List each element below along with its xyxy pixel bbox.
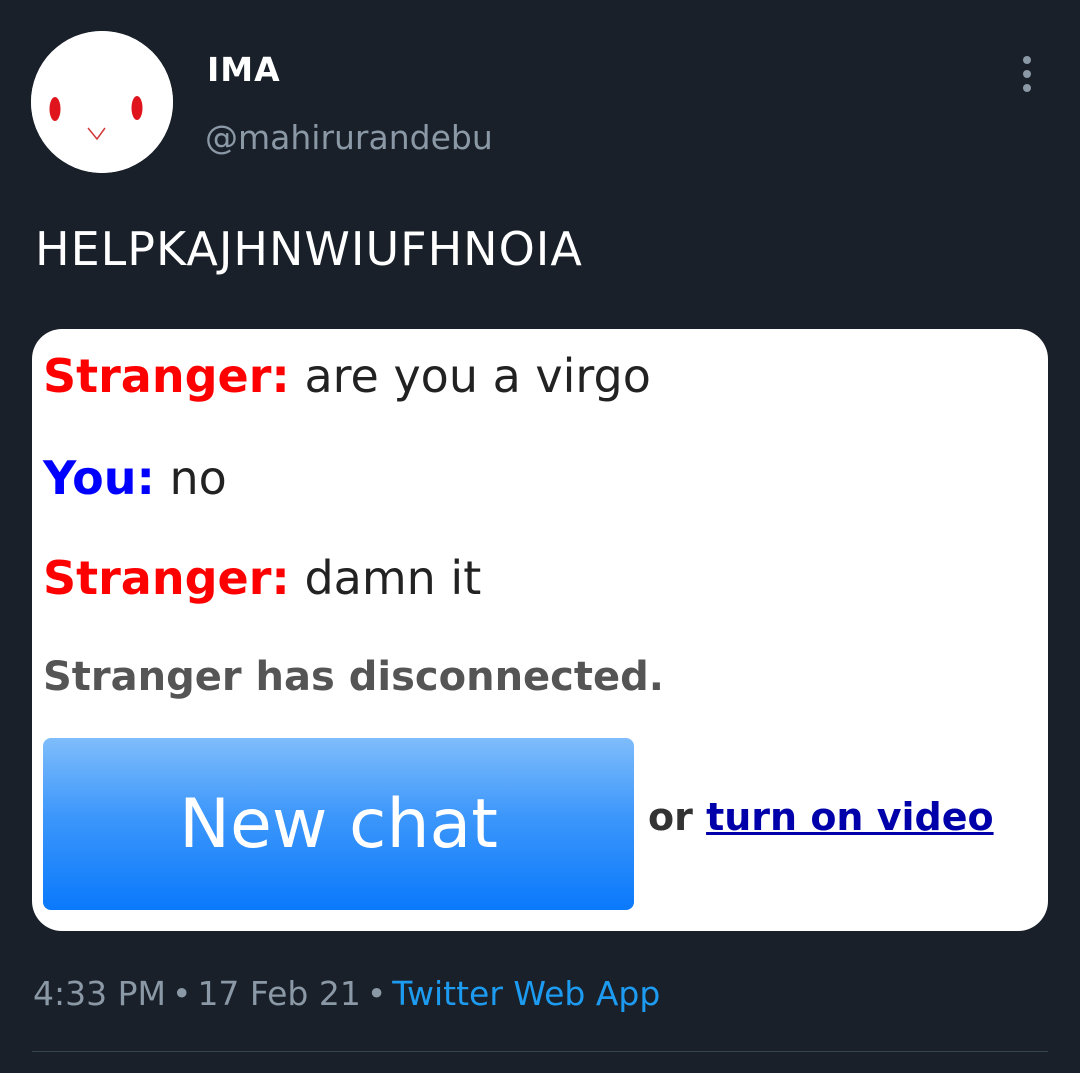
chat-speaker-label: You: <box>43 451 155 505</box>
embedded-chat-screenshot[interactable]: Stranger: are you a virgo You: no Strang… <box>32 329 1048 931</box>
meta-separator: • <box>171 974 192 1013</box>
tweet-source-link[interactable]: Twitter Web App <box>392 974 660 1013</box>
chat-status-text: Stranger has disconnected. <box>43 654 664 700</box>
vertical-ellipsis-icon <box>1023 84 1031 92</box>
chat-message: You: no <box>43 451 227 505</box>
tweet-text: HELPKAJHNWIUFHNOIA <box>35 222 583 276</box>
author-handle[interactable]: @mahirurandebu <box>205 118 493 157</box>
chat-message: Stranger: damn it <box>43 551 481 605</box>
tweet-metadata: 4:33 PM • 17 Feb 21 • Twitter Web App <box>33 974 660 1013</box>
chat-message-text: damn it <box>304 551 482 605</box>
chat-speaker-label: Stranger: <box>43 349 290 403</box>
chat-message-text: no <box>169 451 227 505</box>
video-option: or turn on video <box>648 795 994 839</box>
divider <box>32 1051 1048 1052</box>
tweet-date[interactable]: 17 Feb 21 <box>197 974 360 1013</box>
chat-message: Stranger: are you a virgo <box>43 349 651 403</box>
more-options-button[interactable] <box>1010 56 1044 92</box>
chat-message-text: are you a virgo <box>304 349 651 403</box>
chat-speaker-label: Stranger: <box>43 551 290 605</box>
vertical-ellipsis-icon <box>1023 70 1031 78</box>
vertical-ellipsis-icon <box>1023 56 1031 64</box>
or-text: or <box>648 795 707 839</box>
tweet-time[interactable]: 4:33 PM <box>33 974 166 1013</box>
author-display-name[interactable]: IMA <box>207 50 281 89</box>
meta-separator: • <box>366 974 387 1013</box>
face-doodle-avatar-icon <box>31 31 173 173</box>
avatar[interactable] <box>31 31 173 173</box>
turn-on-video-link[interactable]: turn on video <box>706 795 994 839</box>
new-chat-button[interactable]: New chat <box>43 738 634 910</box>
